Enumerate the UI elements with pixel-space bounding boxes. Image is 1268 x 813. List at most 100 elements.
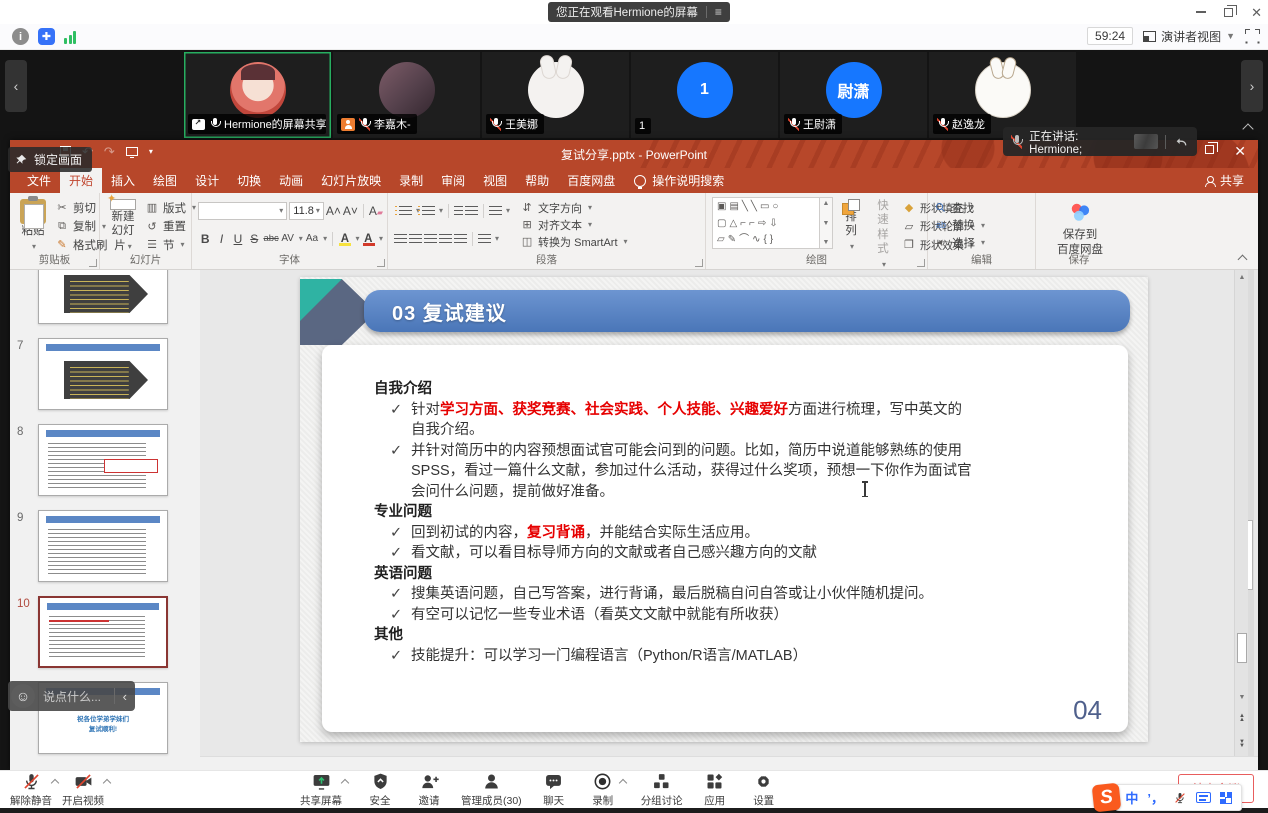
decrease-indent-button[interactable] bbox=[454, 206, 463, 216]
ime-mic-icon[interactable] bbox=[1173, 791, 1187, 805]
toolbar-item-应用[interactable]: 应用 bbox=[698, 772, 732, 808]
strip-scroll-right-button[interactable]: › bbox=[1241, 60, 1263, 112]
section-button[interactable]: ☰节▾ bbox=[145, 236, 196, 253]
strip-scroll-left-button[interactable]: ‹ bbox=[5, 60, 27, 112]
sogou-logo-icon[interactable]: S bbox=[1092, 783, 1122, 813]
clear-formatting-button[interactable]: A▰ bbox=[369, 204, 383, 218]
participant-tile[interactable]: 尉潇 王尉潇 bbox=[780, 52, 927, 138]
find-button[interactable]: 查找 bbox=[934, 199, 1031, 216]
select-button[interactable]: ➤选择▾ bbox=[934, 234, 1031, 251]
shape-gallery[interactable]: ▣▤╲╲▭○ ▢△⌐⌐⇨⇩ ▱✎⌒∿{} ▲▼▼ bbox=[712, 197, 833, 255]
tab-幻灯片放映[interactable]: 幻灯片放映 bbox=[312, 168, 390, 193]
toolbar-item-expander[interactable] bbox=[341, 778, 349, 786]
redo-icon[interactable]: ↷ bbox=[104, 145, 115, 158]
slide-thumbnail[interactable]: 9 bbox=[38, 510, 168, 582]
scroll-up-icon[interactable]: ▲ bbox=[1235, 274, 1249, 281]
increase-indent-button[interactable] bbox=[465, 206, 478, 216]
bullets-button[interactable] bbox=[399, 206, 412, 216]
tab-切换[interactable]: 切换 bbox=[228, 168, 270, 193]
underline-button[interactable]: U bbox=[231, 232, 245, 246]
toolbar-item-expander[interactable] bbox=[618, 778, 626, 786]
ime-toolbox-icon[interactable] bbox=[1220, 792, 1232, 804]
ime-language-toggle[interactable]: 中 bbox=[1125, 788, 1138, 807]
align-text-button[interactable]: ⊞对齐文本▾ bbox=[520, 216, 627, 233]
dialog-launcher-icon[interactable] bbox=[917, 259, 925, 267]
emoji-icon[interactable]: ☺ bbox=[11, 684, 35, 708]
thumbnail-card[interactable] bbox=[38, 338, 168, 410]
minimize-button[interactable] bbox=[1196, 11, 1206, 13]
view-mode-select[interactable]: 演讲者视图 ▼ bbox=[1143, 28, 1235, 45]
line-spacing-button[interactable] bbox=[489, 206, 502, 216]
tab-插入[interactable]: 插入 bbox=[102, 168, 144, 193]
toolbar-item-设置[interactable]: 设置 bbox=[747, 772, 781, 808]
qat-customize-icon[interactable]: ▾ bbox=[149, 148, 153, 156]
restore-button[interactable] bbox=[1224, 8, 1233, 17]
chat-placeholder[interactable]: 说点什么... bbox=[43, 688, 106, 705]
arrange-button[interactable]: 排列▾ bbox=[838, 197, 864, 255]
slide-content-card[interactable]: 自我介绍 ✓针对学习方面、获奖竞赛、社会实践、个人技能、兴趣爱好方面进行梳理，写… bbox=[322, 345, 1128, 732]
thumbnail-card[interactable] bbox=[38, 270, 168, 324]
replace-button[interactable]: ab替换▾ bbox=[934, 217, 1031, 234]
smartart-button[interactable]: ◫转换为 SmartArt▾ bbox=[520, 233, 627, 250]
columns-button[interactable] bbox=[478, 234, 491, 244]
layout-button[interactable]: ▥版式▾ bbox=[145, 199, 196, 216]
dialog-launcher-icon[interactable] bbox=[377, 259, 385, 267]
align-left-button[interactable] bbox=[394, 234, 407, 244]
toolbar-item-分组讨论[interactable]: 分组讨论 bbox=[641, 772, 683, 808]
toolbar-item-管理成员(30)[interactable]: 管理成员(30) bbox=[461, 772, 522, 808]
tab-视图[interactable]: 视图 bbox=[474, 168, 516, 193]
thumbnail-card[interactable] bbox=[38, 596, 168, 668]
participant-tile[interactable]: 李嘉木- bbox=[333, 52, 480, 138]
network-signal-icon[interactable] bbox=[64, 30, 76, 44]
next-slide-button[interactable]: ▼▼ bbox=[1235, 740, 1249, 748]
distribute-button[interactable] bbox=[454, 234, 467, 244]
text-direction-button[interactable]: ⇵文字方向▾ bbox=[520, 199, 627, 216]
tab-设计[interactable]: 设计 bbox=[186, 168, 228, 193]
tab-百度网盘[interactable]: 百度网盘 bbox=[558, 168, 624, 193]
paste-button[interactable]: 粘贴▾ bbox=[16, 197, 50, 255]
change-case-button[interactable]: Aa bbox=[305, 233, 319, 244]
shadow-button[interactable]: abc bbox=[263, 233, 278, 244]
participant-tile[interactable]: Hermione的屏幕共享 bbox=[184, 52, 331, 138]
strip-collapse-button[interactable] bbox=[1244, 120, 1252, 138]
ime-keyboard-icon[interactable] bbox=[1196, 792, 1211, 803]
font-size-combo[interactable]: 11.8▾ bbox=[289, 202, 324, 220]
vertical-scrollbar[interactable]: ▲ ▼ ▲▲ ▼▼ bbox=[1234, 270, 1248, 770]
toolbar-item-expander[interactable] bbox=[103, 778, 111, 786]
character-spacing-button[interactable]: AV bbox=[280, 233, 294, 244]
save-to-netdisk-button[interactable]: 保存到百度网盘 bbox=[1042, 197, 1118, 260]
participant-tile[interactable]: 1 1 bbox=[631, 52, 778, 138]
dialog-launcher-icon[interactable] bbox=[89, 259, 97, 267]
ime-punctuation-toggle[interactable]: ’， bbox=[1147, 788, 1164, 807]
meeting-info-icon[interactable]: i bbox=[12, 28, 29, 45]
toolbar-item-录制[interactable]: 录制 bbox=[586, 772, 620, 808]
slide-thumbnail[interactable]: 7 bbox=[38, 338, 168, 410]
align-center-button[interactable] bbox=[409, 234, 422, 244]
participant-tile[interactable]: 王美娜 bbox=[482, 52, 629, 138]
tab-帮助[interactable]: 帮助 bbox=[516, 168, 558, 193]
dialog-launcher-icon[interactable] bbox=[695, 259, 703, 267]
lock-screen-tooltip[interactable]: 锁定画面 bbox=[8, 147, 92, 172]
slide-canvas[interactable]: 03 复试建议 自我介绍 ✓针对学习方面、获奖竞赛、社会实践、个人技能、兴趣爱好… bbox=[300, 277, 1148, 742]
fullscreen-icon[interactable] bbox=[1245, 29, 1260, 44]
italic-button[interactable]: I bbox=[214, 232, 228, 246]
return-arrow-icon[interactable] bbox=[1173, 134, 1189, 150]
bold-button[interactable]: B bbox=[198, 232, 212, 246]
highlight-color-button[interactable]: A bbox=[338, 233, 351, 245]
start-slideshow-icon[interactable] bbox=[126, 147, 138, 156]
tab-动画[interactable]: 动画 bbox=[270, 168, 312, 193]
banner-menu-icon[interactable]: ≡ bbox=[715, 5, 722, 19]
tab-绘图[interactable]: 绘图 bbox=[144, 168, 186, 193]
shrink-font-button[interactable]: A˅ bbox=[343, 204, 358, 218]
toolbar-item-解除静音[interactable]: 解除静音 bbox=[10, 772, 52, 808]
numbering-button[interactable] bbox=[422, 206, 435, 216]
slide-thumbnail[interactable] bbox=[38, 270, 168, 324]
close-button[interactable]: ✕ bbox=[1251, 6, 1262, 19]
new-slide-button[interactable]: 新建幻灯片▾ bbox=[106, 197, 140, 255]
justify-button[interactable] bbox=[439, 234, 452, 244]
slide-thumbnail[interactable]: 8 bbox=[38, 424, 168, 496]
grow-font-button[interactable]: A˄ bbox=[326, 204, 341, 218]
reset-button[interactable]: ↺重置 bbox=[145, 218, 196, 235]
toolbar-item-共享屏幕[interactable]: 共享屏幕 bbox=[300, 772, 342, 808]
chat-quick-input[interactable]: ☺ 说点什么... ‹ bbox=[8, 681, 135, 711]
